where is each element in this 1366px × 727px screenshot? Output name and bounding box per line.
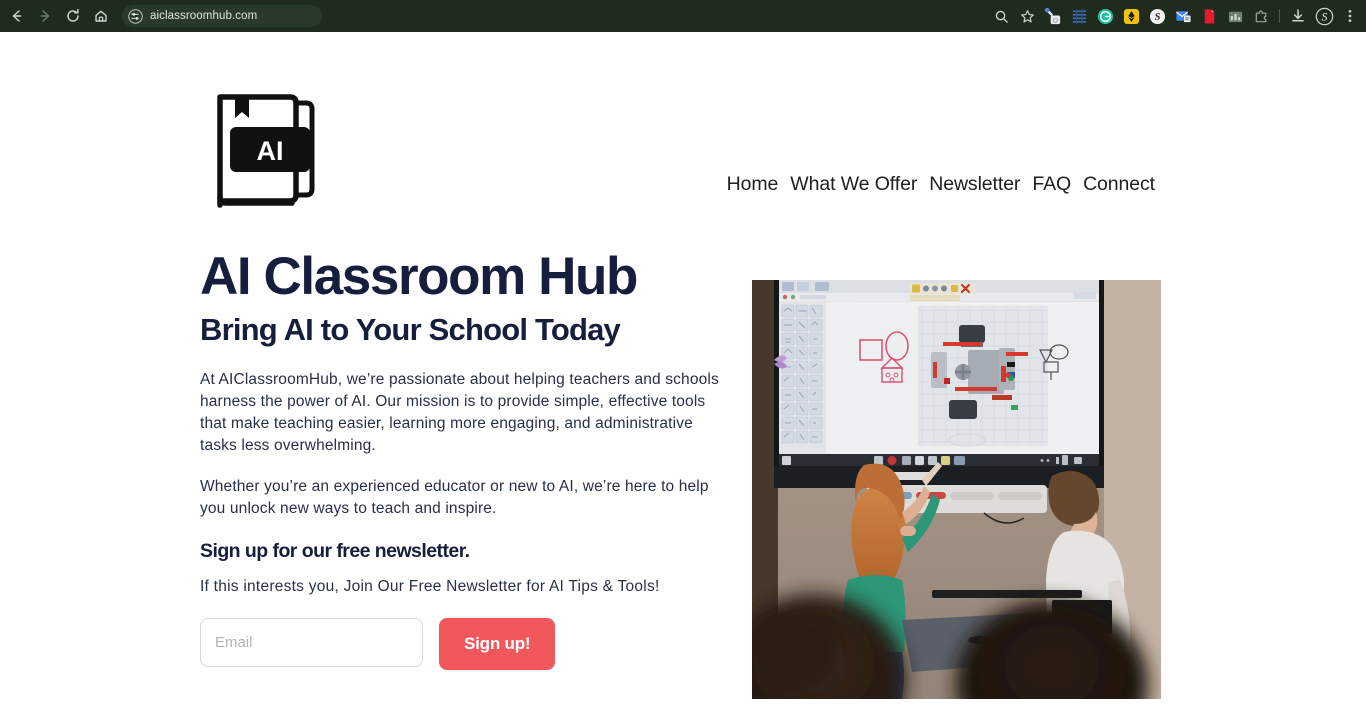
- tune-sliders-icon[interactable]: [127, 8, 143, 24]
- extension-analytics[interactable]: [1223, 4, 1247, 28]
- site-header: AI Home What We Offer Newsletter FAQ Con…: [200, 85, 1161, 245]
- home-icon: [95, 10, 107, 22]
- eyedropper-extension-icon: [1044, 7, 1060, 24]
- pdf-extension-icon: [1204, 9, 1214, 23]
- svg-text:S: S: [1154, 11, 1160, 23]
- forward-arrow-icon: [40, 10, 50, 22]
- mail-extension-icon: [1175, 10, 1191, 22]
- browser-nav-buttons: [0, 3, 114, 29]
- hero-paragraph-1: At AIClassroomHub, we’re passionate abou…: [200, 371, 719, 455]
- nav-faq[interactable]: FAQ: [1026, 173, 1077, 196]
- reload-button[interactable]: [60, 3, 86, 29]
- home-button[interactable]: [88, 3, 114, 29]
- browser-chrome: aiclassroomhub.com S S: [0, 0, 1366, 32]
- hero-image: [752, 280, 1161, 699]
- extension-grammarly[interactable]: [1093, 4, 1117, 28]
- download-icon: [1292, 9, 1304, 22]
- main-navigation: Home What We Offer Newsletter FAQ Connec…: [721, 173, 1161, 196]
- extension-eyedropper[interactable]: [1041, 4, 1065, 28]
- newsletter-signup-form: Sign up!: [200, 618, 720, 671]
- extension-ethereum[interactable]: [1119, 4, 1143, 28]
- zoom-search-button[interactable]: [989, 4, 1013, 28]
- search-icon: [995, 10, 1008, 23]
- ai-classroom-hub-book-logo[interactable]: AI: [208, 85, 318, 215]
- downloads-button[interactable]: [1286, 4, 1310, 28]
- forward-button[interactable]: [32, 3, 58, 29]
- extensions-button[interactable]: [1249, 4, 1273, 28]
- back-arrow-icon: [12, 10, 22, 22]
- grid-extension-icon: [1072, 8, 1086, 24]
- classroom-whiteboard-photo: [752, 280, 1161, 699]
- star-icon: [1020, 9, 1034, 23]
- toolbar-divider: [1279, 9, 1280, 23]
- extension-grid[interactable]: [1067, 4, 1091, 28]
- newsletter-cta-text: If this interests you, Join Our Free New…: [200, 578, 660, 596]
- profile-avatar-icon: S: [1315, 7, 1333, 25]
- page-title: AI Classroom Hub: [200, 247, 638, 306]
- page-content: AI Home What We Offer Newsletter FAQ Con…: [0, 32, 1366, 727]
- newsletter-heading: Sign up for our free newsletter.: [200, 540, 470, 563]
- puzzle-icon: [1255, 9, 1266, 22]
- profile-button[interactable]: S: [1312, 4, 1336, 28]
- browser-toolbar-right: S S: [988, 0, 1366, 32]
- browser-menu-button[interactable]: [1338, 4, 1362, 28]
- logo-ai-text: AI: [257, 136, 284, 166]
- email-input[interactable]: [200, 618, 423, 668]
- svg-text:S: S: [1321, 11, 1327, 23]
- analytics-extension-icon: [1228, 11, 1242, 22]
- signup-button[interactable]: Sign up!: [439, 618, 556, 671]
- address-bar[interactable]: aiclassroomhub.com: [122, 5, 322, 27]
- nav-newsletter[interactable]: Newsletter: [923, 173, 1026, 196]
- extension-pdf[interactable]: [1197, 4, 1221, 28]
- ethereum-extension-icon: [1123, 8, 1139, 24]
- grammarly-extension-icon: [1097, 8, 1113, 24]
- back-button[interactable]: [4, 3, 30, 29]
- nav-connect[interactable]: Connect: [1077, 173, 1161, 196]
- hero-text-column: AI Classroom Hub Bring AI to Your School…: [200, 247, 720, 671]
- book-logo-icon: AI: [217, 94, 315, 208]
- extension-skype[interactable]: S: [1145, 4, 1169, 28]
- bookmark-button[interactable]: [1015, 4, 1039, 28]
- nav-what-we-offer[interactable]: What We Offer: [784, 173, 923, 196]
- hero-paragraph-2: Whether you’re an experienced educator o…: [200, 478, 709, 518]
- nav-home[interactable]: Home: [721, 173, 785, 196]
- extension-mail[interactable]: [1171, 4, 1195, 28]
- three-dot-menu-icon: [1348, 10, 1352, 22]
- reload-icon: [67, 8, 79, 22]
- hero-subtitle: Bring AI to Your School Today: [200, 312, 621, 348]
- address-bar-url: aiclassroomhub.com: [150, 10, 258, 22]
- skype-extension-icon: S: [1149, 8, 1165, 24]
